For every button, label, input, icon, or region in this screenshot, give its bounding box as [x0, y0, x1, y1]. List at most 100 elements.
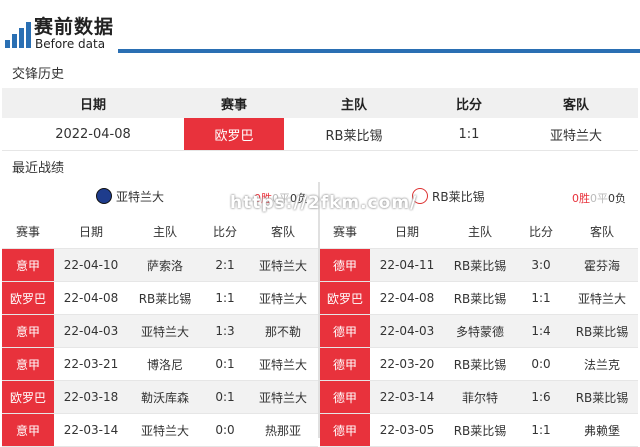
competition-cell[interactable]: 意甲: [2, 248, 54, 282]
away-cell[interactable]: 亚特兰大: [248, 281, 318, 315]
away-cell[interactable]: 亚特兰大: [566, 281, 638, 315]
left-team-name: 亚特兰大: [116, 189, 165, 204]
table-row[interactable]: 德甲 22-03-20 RB莱比锡 0:0 法兰克: [320, 347, 638, 381]
h2h-col-home: 主队: [340, 97, 367, 113]
left-table-header: 赛事 日期 主队 比分 客队: [2, 214, 318, 249]
date-cell: 22-04-11: [370, 248, 444, 282]
h2h-away[interactable]: 亚特兰大: [514, 118, 638, 150]
date-cell: 22-03-20: [370, 347, 444, 381]
h2h-score: 1:1: [458, 126, 480, 142]
away-cell[interactable]: 霍芬海: [566, 248, 638, 282]
competition-cell[interactable]: 欧罗巴: [320, 281, 370, 315]
table-row[interactable]: 欧罗巴 22-03-18 勒沃库森 0:1 亚特兰大: [2, 380, 318, 414]
right-draw-count: 0平: [590, 192, 608, 205]
away-cell[interactable]: 法兰克: [566, 347, 638, 381]
score-cell: 0:0: [516, 347, 566, 381]
home-cell[interactable]: RB莱比锡: [444, 248, 516, 282]
competition-cell[interactable]: 意甲: [2, 347, 54, 381]
right-col-away: 客队: [566, 214, 638, 249]
score-cell: 2:1: [202, 248, 248, 282]
left-col-home: 主队: [128, 214, 202, 249]
bar-chart-icon: [5, 22, 31, 48]
right-recent-table: 赛事 日期 主队 比分 客队 德甲 22-04-11 RB莱比锡 3:0 霍芬海 欧罗巴…: [320, 214, 638, 447]
h2h-col-score: 比分: [455, 97, 482, 113]
table-row[interactable]: 意甲 22-03-21 博洛尼 0:1 亚特兰大: [2, 347, 318, 381]
home-cell[interactable]: 亚特兰大: [128, 413, 202, 447]
left-col-away: 客队: [248, 214, 318, 249]
date-cell: 22-04-08: [54, 281, 128, 315]
score-cell: 1:1: [516, 413, 566, 447]
competition-cell[interactable]: 德甲: [320, 248, 370, 282]
competition-cell[interactable]: 意甲: [2, 314, 54, 348]
table-row[interactable]: 欧罗巴 22-04-08 RB莱比锡 1:1 亚特兰大: [2, 281, 318, 315]
table-row[interactable]: 德甲 22-03-05 RB莱比锡 1:1 弗赖堡: [320, 413, 638, 447]
watermark-text: https://2fkm.com/: [230, 193, 418, 213]
score-cell: 1:3: [202, 314, 248, 348]
h2h-competition[interactable]: 欧罗巴: [184, 118, 284, 150]
left-col-date: 日期: [54, 214, 128, 249]
h2h-col-competition: 赛事: [220, 97, 247, 113]
home-cell[interactable]: 多特蒙德: [444, 314, 516, 348]
h2h-col-away: 客队: [562, 97, 589, 113]
table-row[interactable]: 德甲 22-04-11 RB莱比锡 3:0 霍芬海: [320, 248, 638, 282]
away-cell[interactable]: RB莱比锡: [566, 380, 638, 414]
right-team-name: RB莱比锡: [432, 189, 485, 204]
home-cell[interactable]: 萨索洛: [128, 248, 202, 282]
date-cell: 22-04-08: [370, 281, 444, 315]
competition-cell[interactable]: 德甲: [320, 314, 370, 348]
competition-cell[interactable]: 欧罗巴: [2, 380, 54, 414]
table-row[interactable]: 意甲 22-03-14 亚特兰大 0:0 热那亚: [2, 413, 318, 447]
score-cell: 1:1: [516, 281, 566, 315]
date-cell: 22-03-21: [54, 347, 128, 381]
home-cell[interactable]: 博洛尼: [128, 347, 202, 381]
right-win-count: 0胜: [572, 192, 590, 205]
away-cell[interactable]: 亚特兰大: [248, 248, 318, 282]
header: 赛前数据 Before data: [0, 0, 640, 56]
home-cell[interactable]: RB莱比锡: [128, 281, 202, 315]
table-row[interactable]: 意甲 22-04-10 萨索洛 2:1 亚特兰大: [2, 248, 318, 282]
score-cell: 0:1: [202, 380, 248, 414]
competition-cell[interactable]: 德甲: [320, 413, 370, 447]
h2h-match-row[interactable]: 2022-04-08 欧罗巴 RB莱比锡 1:1 亚特兰大: [2, 118, 638, 151]
home-cell[interactable]: 亚特兰大: [128, 314, 202, 348]
competition-cell[interactable]: 德甲: [320, 380, 370, 414]
competition-cell[interactable]: 意甲: [2, 413, 54, 447]
h2h-home[interactable]: RB莱比锡: [284, 118, 424, 150]
date-cell: 22-04-03: [370, 314, 444, 348]
home-cell[interactable]: RB莱比锡: [444, 347, 516, 381]
left-col-comp: 赛事: [2, 214, 54, 249]
away-cell[interactable]: 亚特兰大: [248, 380, 318, 414]
left-col-score: 比分: [202, 214, 248, 249]
score-cell: 0:1: [202, 347, 248, 381]
home-cell[interactable]: RB莱比锡: [444, 281, 516, 315]
table-row[interactable]: 欧罗巴 22-04-08 RB莱比锡 1:1 亚特兰大: [320, 281, 638, 315]
left-team-header[interactable]: 亚特兰大: [96, 182, 164, 210]
atalanta-crest-icon: [96, 188, 112, 204]
table-row[interactable]: 意甲 22-04-03 亚特兰大 1:3 那不勒: [2, 314, 318, 348]
competition-cell[interactable]: 德甲: [320, 347, 370, 381]
right-col-comp: 赛事: [320, 214, 370, 249]
right-table-header: 赛事 日期 主队 比分 客队: [320, 214, 638, 249]
h2h-header-row: 日期 赛事 主队 比分 客队: [2, 88, 638, 118]
header-title: 赛前数据: [34, 16, 115, 38]
competition-cell[interactable]: 欧罗巴: [2, 281, 54, 315]
home-cell[interactable]: 菲尔特: [444, 380, 516, 414]
date-cell: 22-03-18: [54, 380, 128, 414]
score-cell: 1:1: [202, 281, 248, 315]
right-team-header[interactable]: RB莱比锡: [412, 182, 485, 210]
away-cell[interactable]: RB莱比锡: [566, 314, 638, 348]
away-cell[interactable]: 亚特兰大: [248, 347, 318, 381]
right-col-date: 日期: [370, 214, 444, 249]
table-row[interactable]: 德甲 22-04-03 多特蒙德 1:4 RB莱比锡: [320, 314, 638, 348]
table-row[interactable]: 德甲 22-03-14 菲尔特 1:6 RB莱比锡: [320, 380, 638, 414]
home-cell[interactable]: 勒沃库森: [128, 380, 202, 414]
date-cell: 22-03-05: [370, 413, 444, 447]
h2h-date: 2022-04-08: [55, 126, 131, 142]
right-col-score: 比分: [516, 214, 566, 249]
away-cell[interactable]: 弗赖堡: [566, 413, 638, 447]
away-cell[interactable]: 热那亚: [248, 413, 318, 447]
away-cell[interactable]: 那不勒: [248, 314, 318, 348]
date-cell: 22-03-14: [54, 413, 128, 447]
date-cell: 22-03-14: [370, 380, 444, 414]
home-cell[interactable]: RB莱比锡: [444, 413, 516, 447]
